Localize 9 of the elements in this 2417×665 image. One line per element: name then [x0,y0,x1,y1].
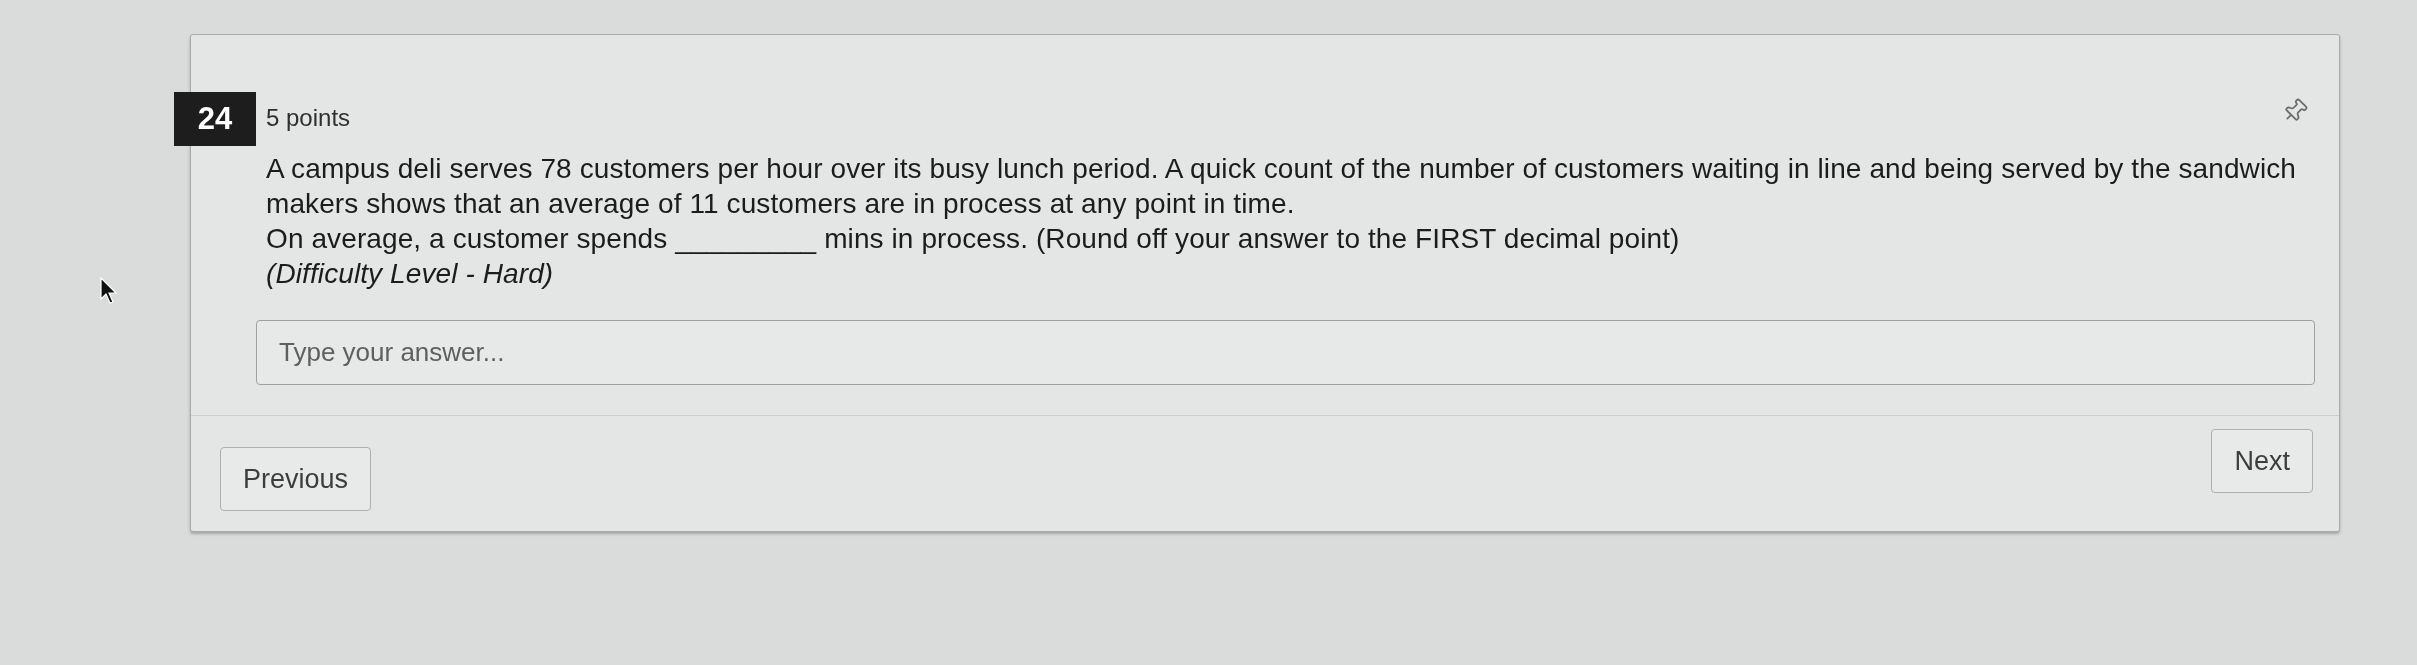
previous-button[interactable]: Previous [220,447,372,511]
question-number: 24 [174,92,256,146]
difficulty-label: (Difficulty Level - Hard) [266,257,555,291]
question-text: On average, a customer spends _________ mins in process. (Round off your answer to the FIRST decimal point) [266,222,1681,256]
mouse-pointer-icon [100,277,118,305]
next-button[interactable]: Next [2211,429,2313,493]
points-label: 5 points [266,103,351,133]
question-text: A campus deli serves 78 customers per hour over its busy lunch period. A quick count of the number of customers waiting in line and being served by the sandwich makers shows that an average of 11 customers are in process at any point in time. [266,152,2297,221]
answer-field[interactable]: Type your answer... [256,320,2315,385]
